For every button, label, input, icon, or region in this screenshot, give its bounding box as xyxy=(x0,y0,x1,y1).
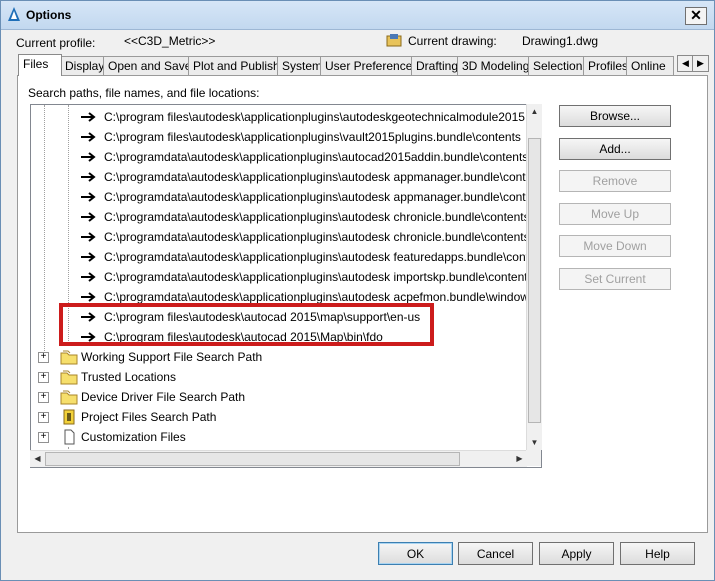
path-text: C:\programdata\autodesk\applicationplugi… xyxy=(104,170,542,184)
cancel-button[interactable]: Cancel xyxy=(458,542,533,565)
folder-icon xyxy=(60,390,78,405)
arrow-icon xyxy=(81,292,96,302)
tab-files[interactable]: Files xyxy=(18,54,62,76)
arrow-icon xyxy=(81,172,96,182)
expand-icon[interactable]: + xyxy=(38,392,49,403)
current-drawing-label: Current drawing: xyxy=(408,34,497,48)
file-locations-tree[interactable]: C:\program files\autodesk\applicationplu… xyxy=(30,104,542,468)
highlight-box xyxy=(59,303,434,346)
tab-scroll-right-button[interactable]: ▶ xyxy=(692,55,709,72)
move-up-button[interactable]: Move Up xyxy=(559,203,671,225)
tree-line xyxy=(44,105,45,355)
tab-3d-modeling[interactable]: 3D Modeling xyxy=(457,56,531,75)
close-button[interactable]: ✕ xyxy=(685,7,707,25)
add-button[interactable]: Add... xyxy=(559,138,671,160)
tree-node-trusted-locations[interactable]: + Trusted Locations xyxy=(31,367,531,387)
node-label: Customization Files xyxy=(81,430,186,444)
path-text: C:\programdata\autodesk\applicationplugi… xyxy=(104,230,542,244)
drawing-icon xyxy=(386,34,402,47)
tab-system[interactable]: System xyxy=(277,56,323,75)
tree-node-working-support[interactable]: + Working Support File Search Path xyxy=(31,347,531,367)
tab-display[interactable]: Display xyxy=(60,56,104,75)
tree-node-project-files[interactable]: + Project Files Search Path xyxy=(31,407,531,427)
expand-icon[interactable]: + xyxy=(38,412,49,423)
project-icon xyxy=(63,409,75,425)
tab-drafting[interactable]: Drafting xyxy=(411,56,459,75)
arrow-icon xyxy=(81,252,96,262)
arrow-icon xyxy=(81,232,96,242)
path-text: C:\programdata\autodesk\applicationplugi… xyxy=(104,250,542,264)
help-button[interactable]: Help xyxy=(620,542,695,565)
arrow-icon xyxy=(81,272,96,282)
expand-icon[interactable]: + xyxy=(38,372,49,383)
set-current-button[interactable]: Set Current xyxy=(559,268,671,290)
path-text: C:\programdata\autodesk\applicationplugi… xyxy=(104,190,542,204)
move-down-button[interactable]: Move Down xyxy=(559,235,671,257)
path-text: C:\program files\autodesk\applicationplu… xyxy=(104,110,542,124)
current-profile-value: <<C3D_Metric>> xyxy=(124,34,216,48)
scroll-left-button[interactable]: ◀ xyxy=(30,451,45,466)
title-bar[interactable]: Options ✕ xyxy=(1,1,714,30)
vertical-scroll-thumb[interactable] xyxy=(528,138,541,423)
remove-button[interactable]: Remove xyxy=(559,170,671,192)
scroll-right-button[interactable]: ▶ xyxy=(512,451,527,466)
path-text: C:\program files\autodesk\applicationplu… xyxy=(104,130,521,144)
tab-plot-and-publish[interactable]: Plot and Publish xyxy=(188,56,282,75)
section-label: Search paths, file names, and file locat… xyxy=(28,86,260,100)
expand-icon[interactable]: + xyxy=(38,432,49,443)
ok-button[interactable]: OK xyxy=(378,542,453,565)
tree-horizontal-scrollbar[interactable]: ◀ ▶ xyxy=(30,450,527,467)
document-icon xyxy=(64,429,75,445)
current-drawing-value: Drawing1.dwg xyxy=(522,34,599,48)
arrow-icon xyxy=(81,152,96,162)
tree-vertical-scrollbar[interactable]: ▲ ▼ xyxy=(526,104,542,450)
arrow-icon xyxy=(81,212,96,222)
folder-icon xyxy=(60,350,78,365)
tree-node-customization-files[interactable]: + Customization Files xyxy=(31,427,531,447)
tab-online[interactable]: Online xyxy=(626,56,674,75)
tree-node-device-driver[interactable]: + Device Driver File Search Path xyxy=(31,387,531,407)
path-text: C:\programdata\autodesk\applicationplugi… xyxy=(104,210,542,224)
node-label: Trusted Locations xyxy=(81,370,176,384)
autocad-app-icon xyxy=(8,7,20,21)
browse-button[interactable]: Browse... xyxy=(559,105,671,127)
arrow-icon xyxy=(81,132,96,142)
tab-user-preferences[interactable]: User Preferences xyxy=(320,56,418,75)
apply-button[interactable]: Apply xyxy=(539,542,614,565)
tab-selection[interactable]: Selection xyxy=(528,56,586,75)
current-profile-label: Current profile: xyxy=(16,36,96,50)
tab-open-and-save[interactable]: Open and Save xyxy=(103,56,191,75)
horizontal-scroll-thumb[interactable] xyxy=(45,452,460,466)
node-label: Device Driver File Search Path xyxy=(81,390,246,404)
tab-profiles[interactable]: Profiles xyxy=(583,56,629,75)
node-label: Working Support File Search Path xyxy=(81,350,263,364)
node-label: Project Files Search Path xyxy=(81,410,217,424)
scroll-up-button[interactable]: ▲ xyxy=(527,104,542,119)
window-title: Options xyxy=(26,8,72,22)
scrollbar-corner xyxy=(526,450,541,466)
expand-icon[interactable]: + xyxy=(38,352,49,363)
scroll-down-button[interactable]: ▼ xyxy=(527,435,542,450)
arrow-icon xyxy=(81,192,96,202)
folder-icon xyxy=(60,370,78,385)
path-text: C:\programdata\autodesk\applicationplugi… xyxy=(104,150,542,164)
path-text: C:\programdata\autodesk\applicationplugi… xyxy=(104,270,542,284)
arrow-icon xyxy=(81,112,96,122)
